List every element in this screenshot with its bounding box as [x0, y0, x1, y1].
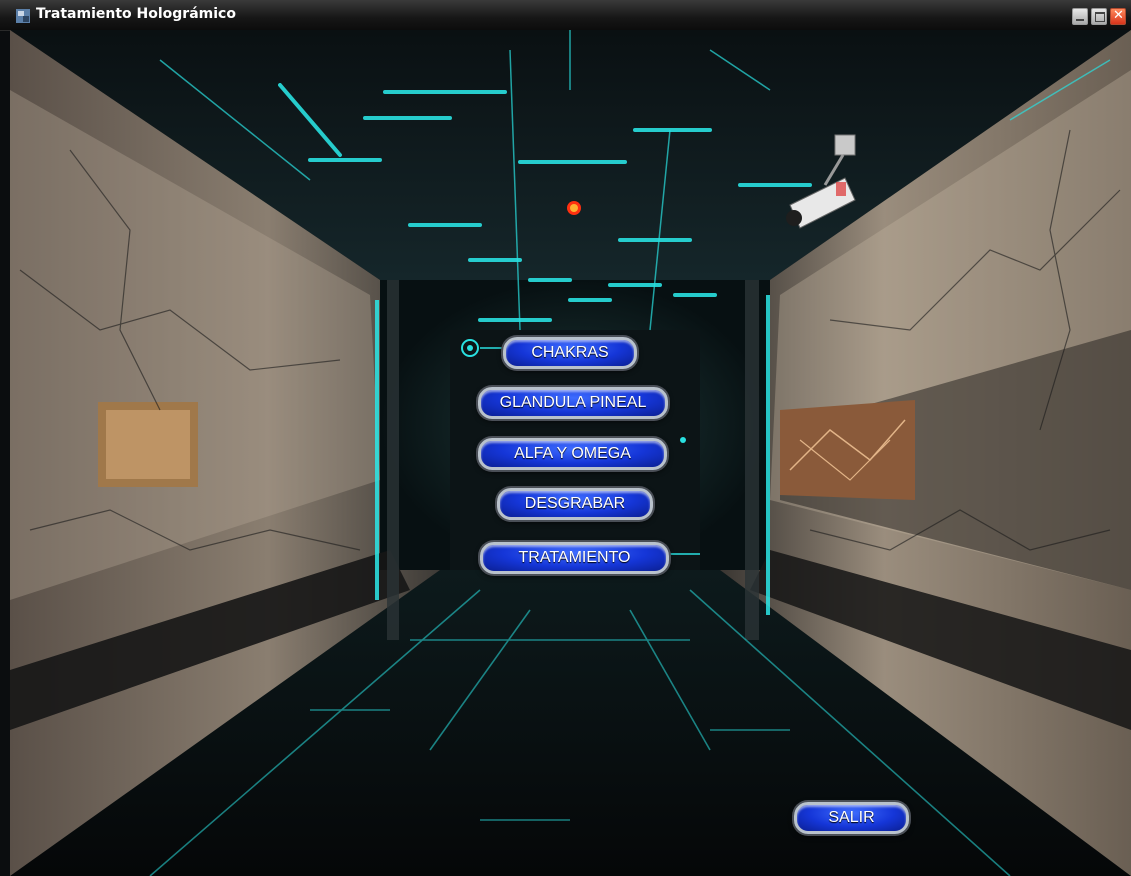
glandula-pineal-button[interactable]: GLANDULA PINEAL	[478, 387, 668, 419]
chakras-button[interactable]: CHAKRAS	[503, 337, 637, 369]
minimize-icon[interactable]	[1072, 8, 1088, 25]
maximize-icon[interactable]	[1091, 8, 1107, 25]
tratamiento-button[interactable]: TRATAMIENTO	[480, 542, 669, 574]
app-icon	[16, 9, 30, 23]
desgrabar-button[interactable]: DESGRABAR	[497, 488, 653, 520]
title-bar[interactable]: Tratamiento Holográmico	[0, 0, 1131, 31]
close-icon[interactable]	[1110, 8, 1126, 25]
window-title: Tratamiento Holográmico	[36, 6, 236, 22]
app-window: Tratamiento Holográmico ✕ CHAKRAS GLANDU…	[0, 0, 1131, 876]
alfa-y-omega-button[interactable]: ALFA Y OMEGA	[478, 438, 667, 470]
salir-button[interactable]: SALIR	[794, 802, 909, 834]
